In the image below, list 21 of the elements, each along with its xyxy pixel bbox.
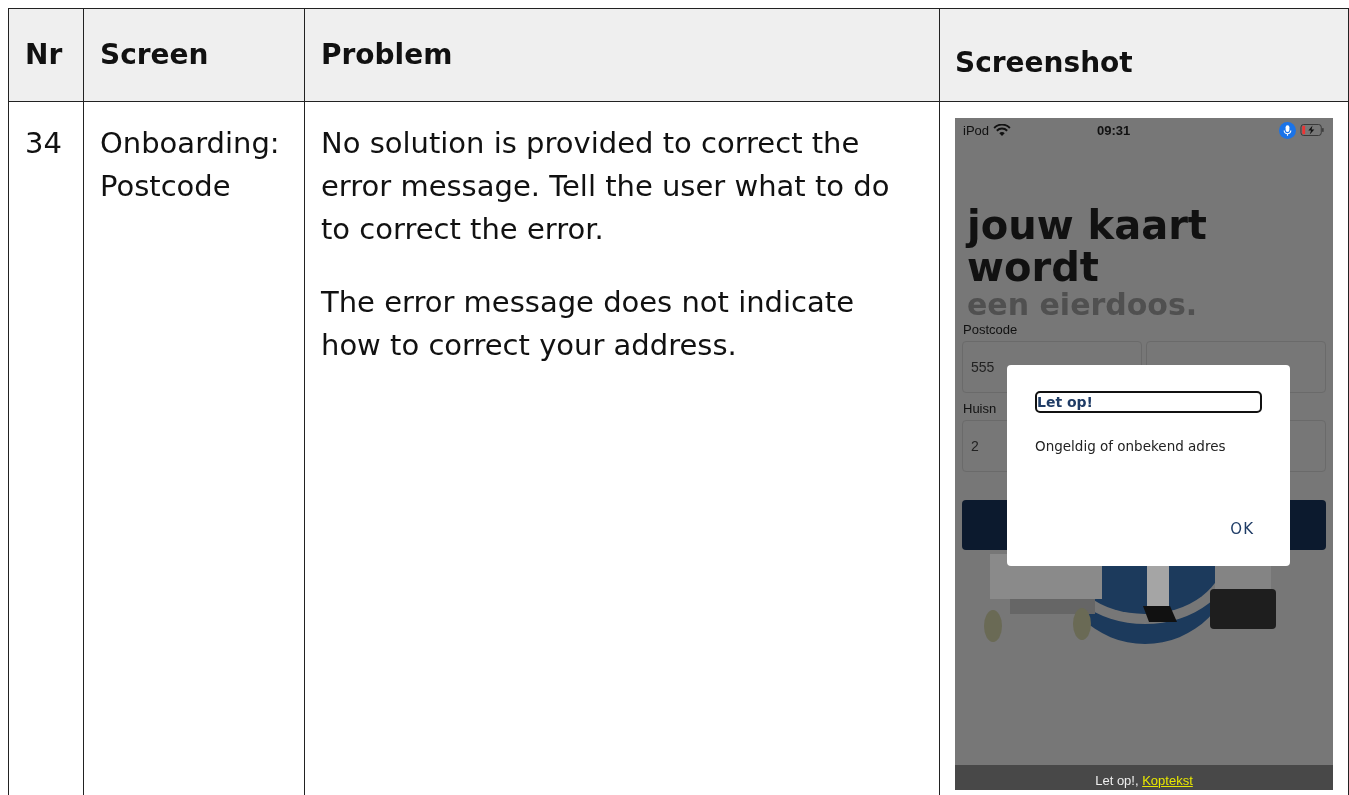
caption-text: Let op!, Koptekst — [955, 765, 1333, 790]
row-number: 34 — [25, 126, 62, 160]
battery-icon — [1300, 124, 1325, 136]
column-header: Nr — [8, 8, 84, 102]
field-label: Huisn — [963, 401, 997, 416]
device-name: iPod — [963, 122, 990, 138]
ok-button[interactable]: OK — [1222, 516, 1262, 542]
problem-text: The error message does not indicate how to correct your address. — [321, 284, 855, 364]
problem-text: No solution is provided to correct the error message. Tell the user what to do to correct the error. — [321, 125, 891, 248]
column-header: Screenshot — [939, 8, 1349, 102]
caption-link[interactable]: Koptekst — [1142, 773, 1193, 788]
dialog-title: Let op! — [1035, 391, 1262, 413]
heading-line: jouw kaart — [967, 204, 1207, 246]
column-header: Problem — [304, 8, 940, 102]
microphone-icon — [1279, 121, 1296, 139]
clock-time: 09:31 — [1097, 122, 1132, 138]
screen-name: Onboarding: Postcode — [100, 125, 281, 205]
column-header: Screen — [83, 8, 305, 102]
field-label: Postcode — [963, 322, 1018, 337]
dialog-message: Ongeldig of onbekend adres — [1035, 438, 1227, 454]
wifi-icon — [993, 123, 1012, 137]
